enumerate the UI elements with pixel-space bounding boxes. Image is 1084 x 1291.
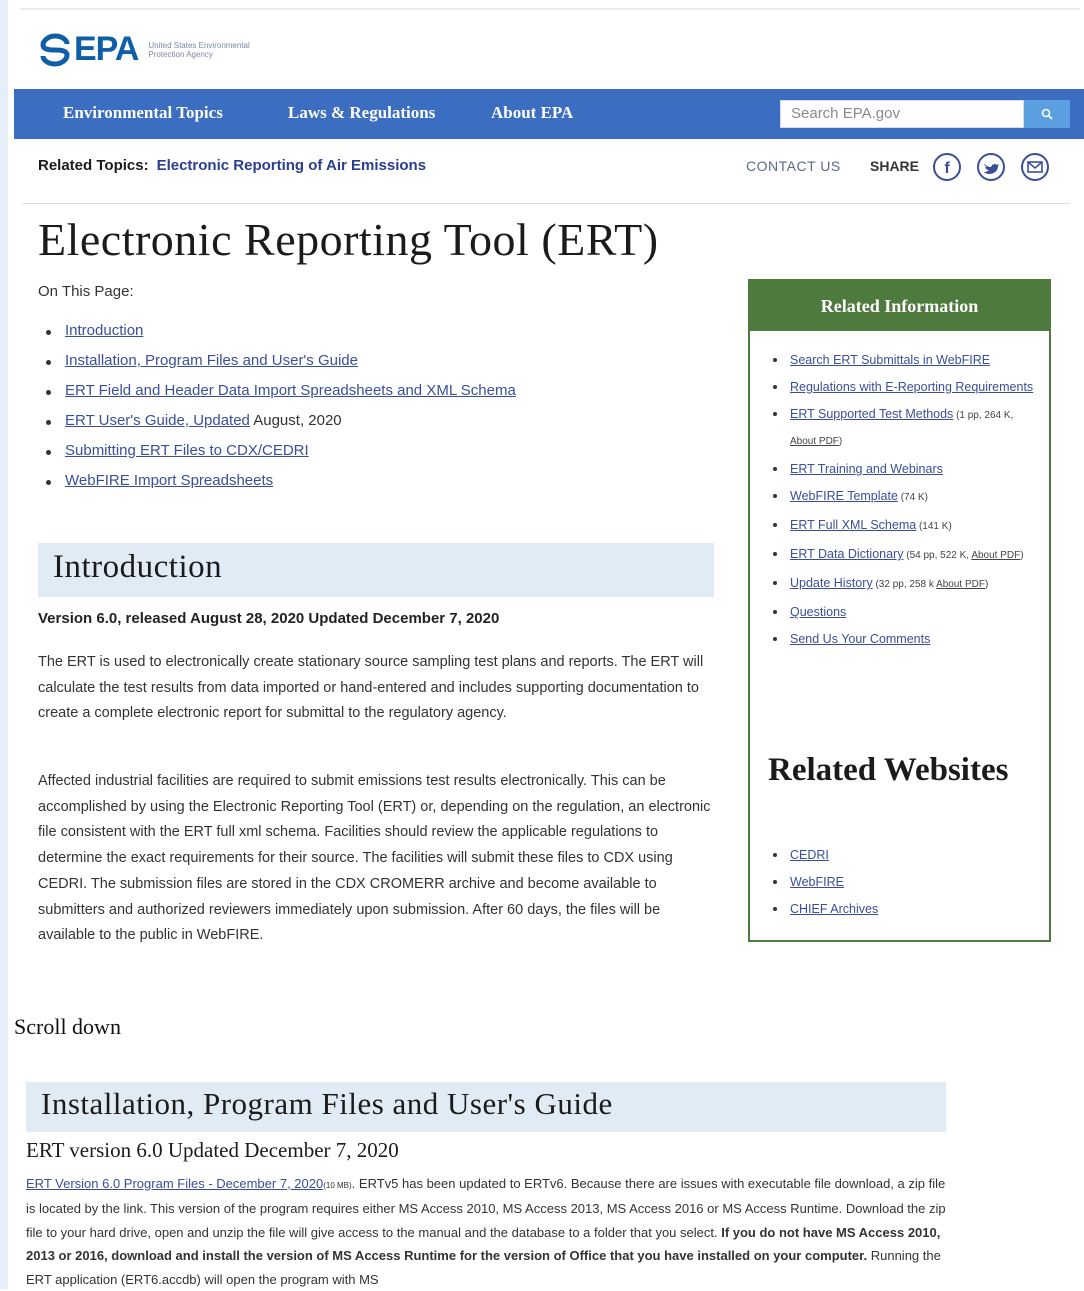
list-item: Regulations with E-Reporting Requirement… — [770, 375, 1040, 399]
toc-link-introduction[interactable]: Introduction — [65, 322, 143, 339]
left-edge-bar — [0, 0, 8, 1289]
sidebar-link-regulations[interactable]: Regulations with E-Reporting Requirement… — [790, 380, 1033, 394]
installation-heading: Installation, Program Files and User's G… — [41, 1086, 613, 1121]
email-icon[interactable] — [1020, 152, 1050, 182]
sidebar-link-comments[interactable]: Send Us Your Comments — [790, 632, 930, 646]
introduction-heading: Introduction — [53, 549, 223, 585]
on-this-page-list: Introduction Installation, Program Files… — [38, 322, 516, 502]
intro-paragraph-1: The ERT is used to electronically create… — [38, 654, 704, 722]
sidebar-link-search-submittals[interactable]: Search ERT Submittals in WebFIRE — [790, 353, 990, 367]
sidebar-link-test-methods[interactable]: ERT Supported Test Methods — [790, 407, 953, 421]
main-nav: Environmental Topics Laws & Regulations … — [14, 89, 1084, 139]
toc-item: Installation, Program Files and User's G… — [38, 352, 516, 382]
about-pdf-link[interactable]: About PDF — [790, 436, 839, 447]
contact-us-link[interactable]: CONTACT US — [746, 158, 841, 174]
about-pdf-link[interactable]: About PDF — [971, 550, 1020, 561]
toc-updated-date: August, 2020 — [249, 412, 342, 429]
sidebar-link-update-history[interactable]: Update History — [790, 576, 873, 590]
toc-item: ERT Field and Header Data Import Spreads… — [38, 382, 516, 412]
scroll-down-note: Scroll down — [14, 1014, 121, 1039]
toc-item: WebFIRE Import Spreadsheets — [38, 472, 516, 502]
related-information-sidebar: Related Information Search ERT Submittal… — [748, 279, 1051, 942]
program-files-link[interactable]: ERT Version 6.0 Program Files - December… — [26, 1176, 323, 1191]
list-item: ERT Data Dictionary (54 pp, 522 K, About… — [770, 542, 1040, 568]
nav-environmental-topics[interactable]: Environmental Topics — [63, 103, 223, 123]
list-item: ERT Training and Webinars — [770, 457, 1040, 481]
toc-link-webfire-import[interactable]: WebFIRE Import Spreadsheets — [65, 472, 273, 489]
search-input[interactable]: Search EPA.gov — [780, 100, 1024, 128]
installation-paragraph: ERT Version 6.0 Program Files - December… — [26, 1176, 946, 1287]
list-item: CEDRI — [770, 843, 878, 867]
toc-item: Introduction — [38, 322, 516, 352]
search-icon — [1041, 108, 1053, 120]
list-item: Search ERT Submittals in WebFIRE — [770, 348, 1040, 372]
list-item: Send Us Your Comments — [770, 627, 1040, 651]
top-divider — [20, 8, 1080, 10]
sidebar-link-data-dictionary[interactable]: ERT Data Dictionary — [790, 547, 903, 561]
website-link-cedri[interactable]: CEDRI — [790, 848, 829, 862]
svg-text:f: f — [944, 160, 950, 177]
twitter-icon[interactable] — [976, 152, 1006, 182]
toc-item: ERT User's Guide, Updated August, 2020 — [38, 412, 516, 442]
sidebar-link-xml-schema[interactable]: ERT Full XML Schema — [790, 518, 916, 532]
related-topic-link[interactable]: Electronic Reporting of Air Emissions — [157, 157, 427, 174]
facebook-icon[interactable]: f — [932, 152, 962, 182]
list-item: ERT Supported Test Methods (1 pp, 264 K,… — [770, 402, 1040, 454]
ert-version-subheading: ERT version 6.0 Updated December 7, 2020 — [26, 1138, 399, 1162]
list-item: WebFIRE Template (74 K) — [770, 484, 1040, 510]
share-label: SHARE — [870, 158, 920, 174]
sidebar-link-training[interactable]: ERT Training and Webinars — [790, 462, 943, 476]
epa-logo[interactable]: EPA United States Environmental Protecti… — [38, 30, 278, 69]
sidebar-link-webfire-template[interactable]: WebFIRE Template — [790, 489, 898, 503]
nav-about-epa[interactable]: About EPA — [491, 103, 573, 123]
about-pdf-link[interactable]: About PDF — [936, 579, 985, 590]
epa-flower-icon — [40, 33, 70, 66]
header-divider — [22, 203, 1070, 204]
toc-item: Submitting ERT Files to CDX/CEDRI — [38, 442, 516, 472]
website-link-webfire[interactable]: WebFIRE — [790, 875, 844, 889]
related-information-heading: Related Information — [750, 281, 1049, 331]
related-topics-bar: Related Topics: Electronic Reporting of A… — [38, 157, 426, 174]
nav-laws-regulations[interactable]: Laws & Regulations — [288, 103, 435, 123]
installation-heading-band: Installation, Program Files and User's G… — [26, 1082, 946, 1132]
sidebar-link-questions[interactable]: Questions — [790, 605, 846, 619]
logo-subtitle: United States Environmental Protection A… — [148, 40, 250, 59]
search-button[interactable] — [1024, 100, 1070, 128]
toc-link-users-guide[interactable]: ERT User's Guide, Updated — [65, 412, 250, 429]
related-topics-label: Related Topics: — [38, 157, 149, 174]
related-websites-list: CEDRI WebFIRE CHIEF Archives — [770, 843, 878, 924]
toc-link-installation[interactable]: Installation, Program Files and User's G… — [65, 352, 358, 369]
toc-link-submitting[interactable]: Submitting ERT Files to CDX/CEDRI — [65, 442, 309, 459]
page-title: Electronic Reporting Tool (ERT) — [38, 214, 659, 265]
introduction-heading-band: Introduction — [38, 543, 714, 597]
toc-link-import-spreadsheets[interactable]: ERT Field and Header Data Import Spreads… — [65, 382, 516, 399]
on-this-page-label: On This Page: — [38, 283, 134, 300]
file-size: (10 MB) — [323, 1181, 352, 1190]
intro-paragraph-2: Affected industrial facilities are requi… — [38, 773, 711, 944]
list-item: ERT Full XML Schema (141 K) — [770, 513, 1040, 539]
version-info: Version 6.0, released August 28, 2020 Up… — [38, 610, 500, 627]
related-information-list: Search ERT Submittals in WebFIRE Regulat… — [770, 348, 1040, 654]
website-link-chief[interactable]: CHIEF Archives — [790, 902, 878, 916]
logo-wordmark: EPA — [74, 30, 139, 68]
list-item: WebFIRE — [770, 870, 878, 894]
related-websites-heading: Related Websites — [768, 752, 1009, 788]
list-item: CHIEF Archives — [770, 897, 878, 921]
list-item: Update History (32 pp, 258 k About PDF) — [770, 571, 1040, 597]
list-item: Questions — [770, 600, 1040, 624]
